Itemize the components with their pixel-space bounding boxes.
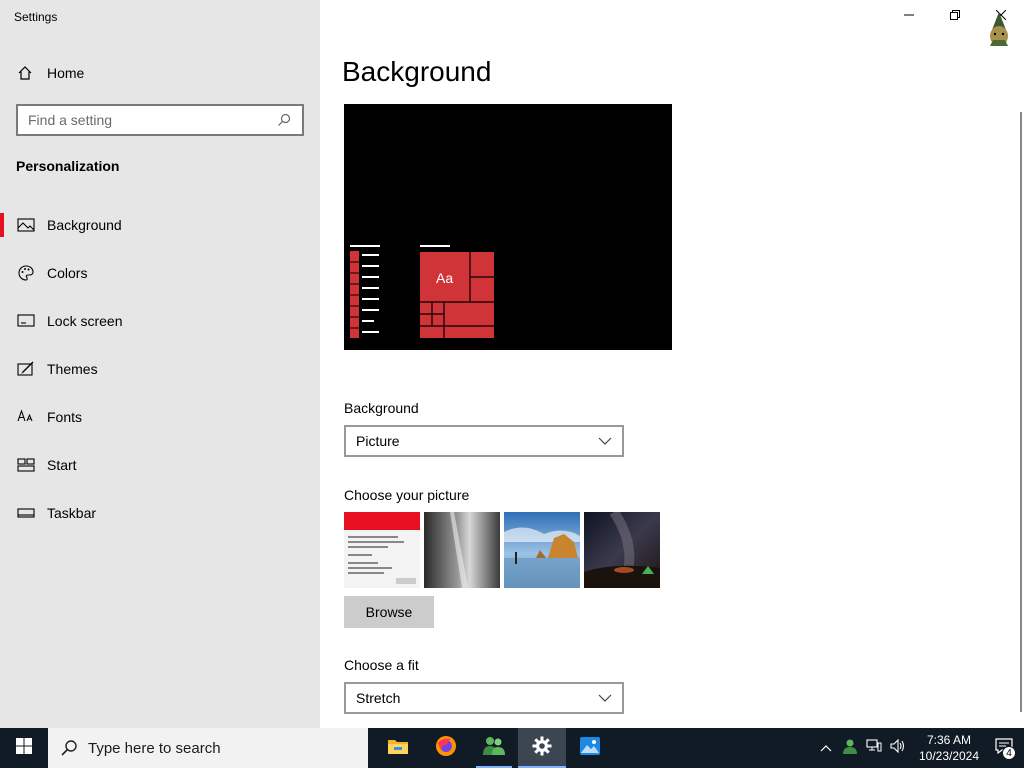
background-preview: Aa — [344, 104, 672, 350]
settings-icon — [532, 736, 552, 761]
system-tray: 7:36 AM 10/23/2024 4 — [814, 728, 1024, 768]
sidebar-item-colors[interactable]: Colors — [0, 249, 320, 297]
file-explorer-icon — [387, 736, 409, 761]
sidebar-item-themes[interactable]: Themes — [0, 345, 320, 393]
restore-button[interactable] — [932, 0, 978, 32]
taskbar-people-app[interactable] — [470, 728, 518, 768]
minimize-icon — [904, 7, 914, 25]
clock-date: 10/23/2024 — [918, 749, 980, 763]
sidebar-item-lock-screen[interactable]: Lock screen — [0, 297, 320, 345]
volume-icon — [890, 738, 906, 758]
app-title: Settings — [14, 10, 58, 24]
chevron-down-icon — [598, 691, 612, 705]
desktop-mascot-icon — [984, 10, 1014, 50]
search-icon — [60, 739, 78, 757]
start-button[interactable] — [0, 728, 48, 768]
sidebar-item-label: Background — [47, 217, 122, 233]
tray-network-button[interactable] — [862, 728, 886, 768]
taskbar-icon — [17, 504, 35, 522]
sidebar-item-fonts[interactable]: Fonts — [0, 393, 320, 441]
minimize-button[interactable] — [886, 0, 932, 32]
network-icon — [866, 738, 882, 758]
firefox-icon — [435, 735, 457, 762]
background-type-value: Picture — [356, 433, 400, 449]
sidebar-item-label: Colors — [47, 265, 88, 281]
windows-logo-icon — [16, 737, 32, 759]
tray-people-button[interactable] — [838, 728, 862, 768]
chevron-up-icon — [820, 739, 832, 757]
settings-window: Settings Home Personalization Background — [0, 0, 1024, 728]
picture-thumbnail-4[interactable] — [584, 512, 660, 588]
picture-thumbnail-2[interactable] — [424, 512, 500, 588]
notification-count-badge: 4 — [1002, 746, 1016, 760]
lock-screen-icon — [17, 312, 35, 330]
people-icon — [482, 735, 506, 762]
people-tray-icon — [842, 738, 858, 759]
restore-icon — [950, 7, 960, 25]
taskbar: Type here to search 7:36 AM 10/23/2024 4 — [0, 728, 1024, 768]
personalization-nav: Background Colors Lock screen Themes Fon… — [0, 201, 320, 537]
background-type-dropdown[interactable]: Picture — [344, 425, 624, 457]
taskbar-firefox[interactable] — [422, 728, 470, 768]
taskbar-file-explorer[interactable] — [374, 728, 422, 768]
picture-thumbnail-3[interactable] — [504, 512, 580, 588]
fit-dropdown[interactable]: Stretch — [344, 682, 624, 714]
sidebar-item-label: Lock screen — [47, 313, 123, 329]
choose-picture-label: Choose your picture — [344, 487, 470, 503]
themes-icon — [17, 360, 35, 378]
page-title: Background — [342, 56, 492, 87]
taskbar-search-placeholder: Type here to search — [88, 739, 221, 757]
taskbar-search-box[interactable]: Type here to search — [48, 728, 368, 768]
home-icon — [17, 65, 33, 81]
picture-thumbnails — [344, 512, 660, 588]
picture-icon — [17, 216, 35, 234]
fonts-icon — [17, 408, 35, 426]
browse-button[interactable]: Browse — [344, 596, 434, 628]
taskbar-photos[interactable] — [566, 728, 614, 768]
tray-overflow-button[interactable] — [814, 728, 838, 768]
taskbar-settings[interactable] — [518, 728, 566, 768]
sidebar-item-taskbar[interactable]: Taskbar — [0, 489, 320, 537]
find-setting-input[interactable] — [28, 112, 276, 128]
taskbar-clock[interactable]: 7:36 AM 10/23/2024 — [914, 732, 984, 764]
fit-value: Stretch — [356, 690, 401, 706]
start-icon — [17, 456, 35, 474]
main-content: Background Aa Background Picture Choose … — [320, 0, 1024, 728]
tray-volume-button[interactable] — [886, 728, 910, 768]
preview-tile-text: Aa — [436, 270, 454, 286]
sidebar-item-start[interactable]: Start — [0, 441, 320, 489]
sidebar-item-label: Fonts — [47, 409, 83, 425]
action-center-button[interactable]: 4 — [984, 728, 1024, 768]
picture-thumbnail-1[interactable] — [344, 512, 420, 588]
clock-time: 7:36 AM — [926, 733, 972, 747]
home-label: Home — [47, 65, 85, 81]
search-icon[interactable] — [276, 112, 292, 128]
sidebar-item-background[interactable]: Background — [0, 201, 320, 249]
background-label: Background — [344, 400, 419, 416]
chevron-down-icon — [598, 434, 612, 448]
vertical-scrollbar[interactable] — [1020, 112, 1022, 712]
photos-icon — [579, 736, 601, 761]
section-title: Personalization — [16, 158, 120, 174]
home-nav-item[interactable]: Home — [0, 55, 320, 91]
sidebar-item-label: Start — [47, 457, 77, 473]
sidebar: Settings Home Personalization Background — [0, 0, 320, 728]
sidebar-item-label: Themes — [47, 361, 98, 377]
choose-fit-label: Choose a fit — [344, 657, 419, 673]
sidebar-item-label: Taskbar — [47, 505, 97, 521]
palette-icon — [17, 264, 35, 282]
taskbar-apps — [374, 728, 614, 768]
find-setting-search-box[interactable] — [16, 104, 304, 136]
